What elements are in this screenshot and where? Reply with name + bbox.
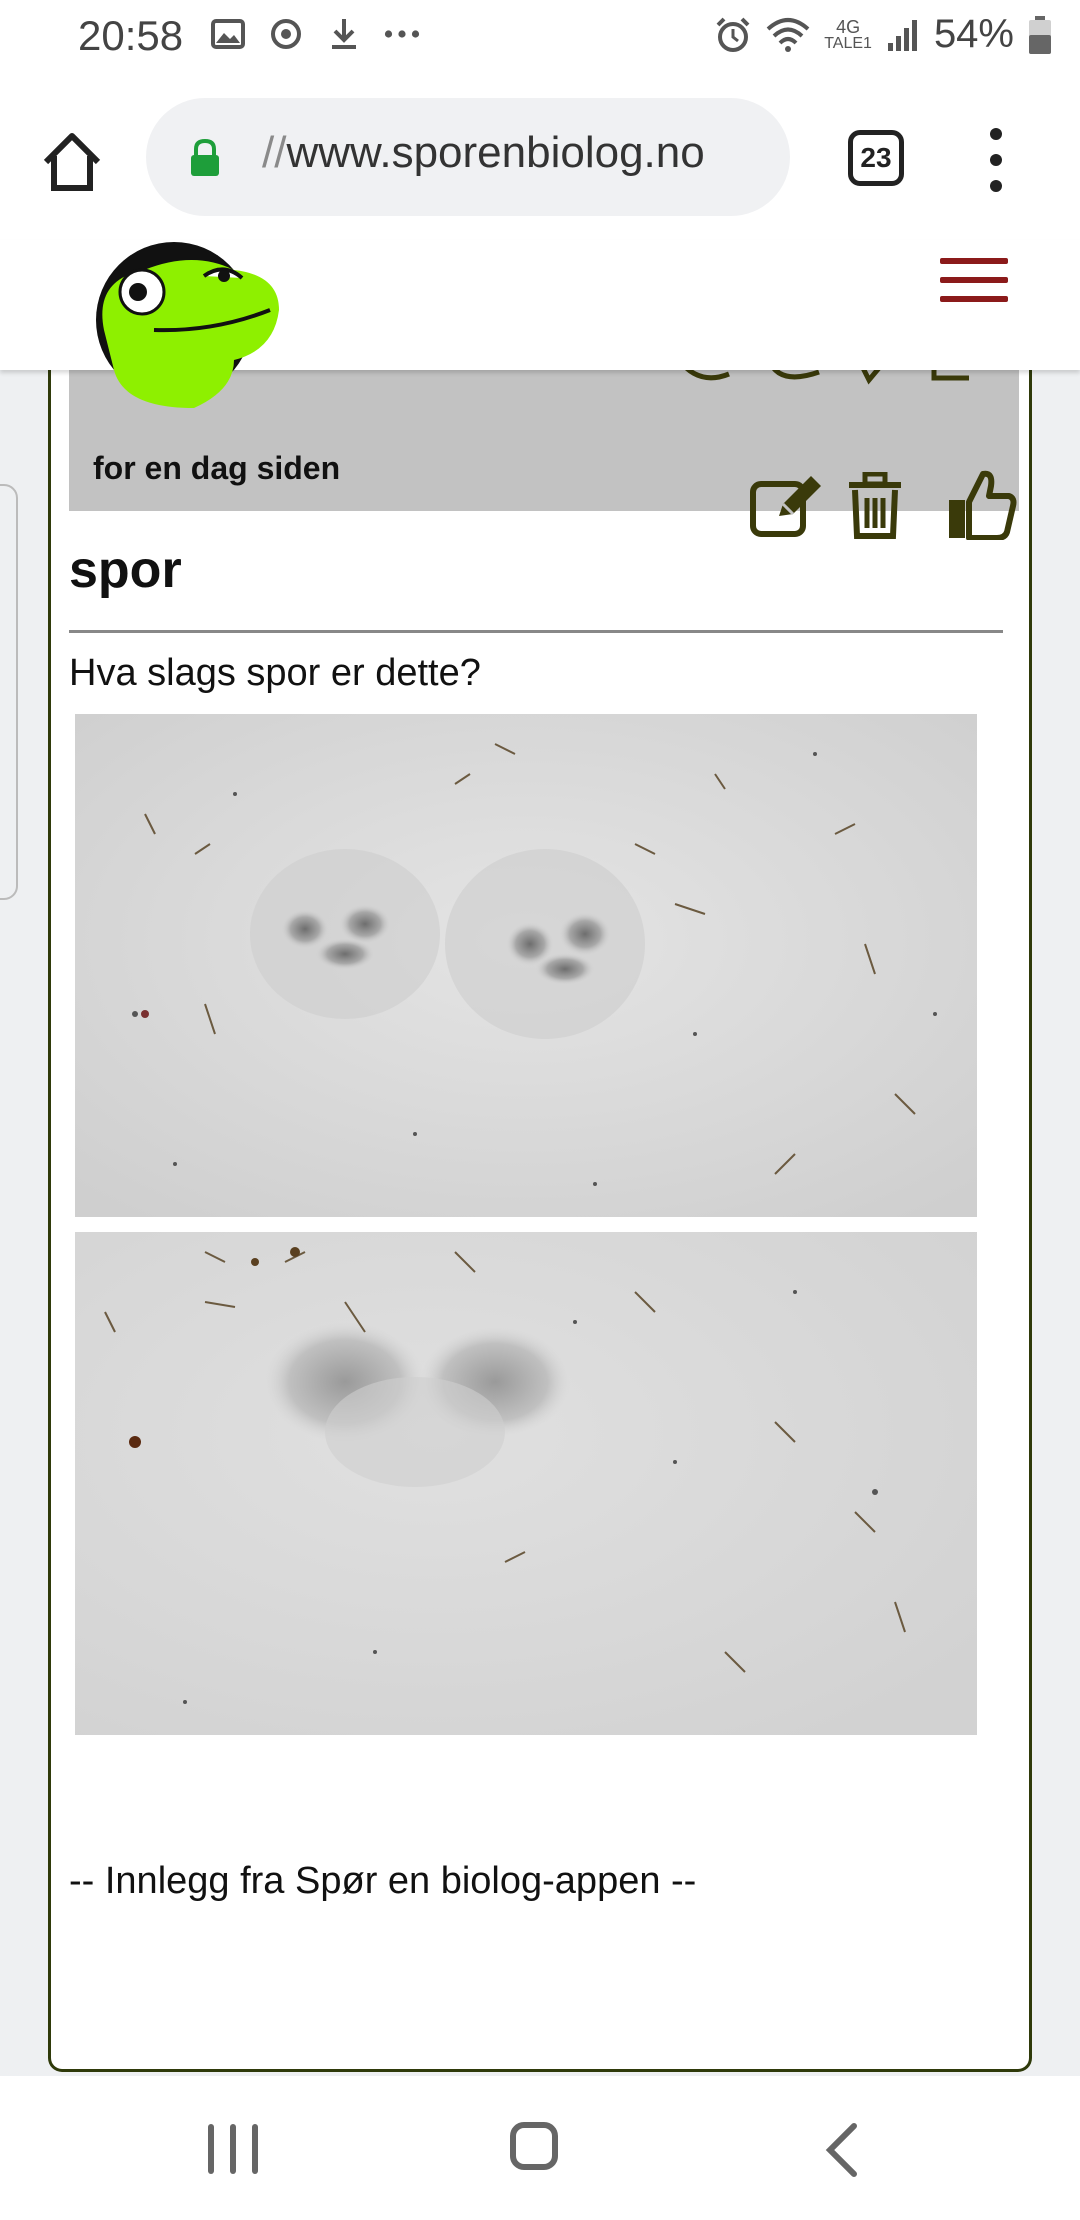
browser-toolbar: //www.sporenbiolog.no 23	[0, 80, 1080, 240]
browser-home-button[interactable]	[36, 126, 108, 198]
network-4g-icon: 4G TALE1	[824, 18, 872, 52]
trash-icon	[849, 471, 901, 539]
menu-line	[940, 277, 1008, 283]
menu-dot-icon	[990, 180, 1002, 192]
post-title: spor	[69, 541, 182, 599]
edit-button[interactable]	[749, 474, 827, 538]
edge-panel-handle[interactable]	[0, 484, 18, 900]
notification-icons	[210, 16, 420, 52]
sync-icon	[268, 16, 304, 52]
tab-count: 23	[860, 142, 892, 173]
url-host: www.sporenbiolog.no	[286, 128, 705, 177]
menu-line	[940, 296, 1008, 302]
home-button[interactable]	[510, 2122, 558, 2170]
recent-apps-icon	[208, 2124, 214, 2174]
site-menu-button[interactable]	[940, 258, 1008, 302]
lock-icon	[191, 138, 219, 176]
system-navigation-bar	[0, 2076, 1080, 2220]
menu-dot-icon	[990, 128, 1002, 140]
post-date: for en dag siden	[93, 450, 341, 486]
track-photo-2[interactable]	[75, 1232, 977, 1735]
like-button[interactable]	[947, 468, 1017, 541]
frog-logo-icon	[96, 242, 279, 408]
browser-menu-button[interactable]	[984, 128, 1008, 192]
delete-button[interactable]	[847, 471, 903, 540]
status-time: 20:58	[78, 12, 184, 59]
site-logo[interactable]	[84, 240, 284, 410]
post-footer: -- Innlegg fra Spør en biolog-appen --	[69, 1860, 697, 1902]
carrier-label: TALE1	[824, 34, 872, 52]
recent-apps-icon-bar	[230, 2124, 236, 2174]
tab-switcher-button[interactable]: 23	[848, 130, 904, 186]
image-icon	[210, 16, 246, 52]
menu-dot-icon	[990, 154, 1002, 166]
recent-apps-button[interactable]	[208, 2124, 258, 2174]
battery-icon	[1029, 15, 1051, 54]
system-icons: 4G TALE1 54%	[714, 12, 1052, 57]
site-header	[0, 240, 1080, 408]
post-body: Hva slags spor er dette?	[69, 652, 481, 694]
more-notifications-icon	[384, 16, 420, 52]
battery-percent: 54%	[933, 12, 1014, 56]
title-divider	[69, 630, 1003, 633]
menu-line	[940, 258, 1008, 264]
wifi-icon	[766, 17, 810, 52]
address-bar[interactable]: //www.sporenbiolog.no	[146, 98, 790, 216]
post-card: for en dag siden spor Hva slags spor er …	[48, 300, 1032, 2072]
recent-apps-icon-bar	[252, 2124, 258, 2174]
network-label: 4G	[836, 16, 861, 37]
download-icon	[326, 16, 362, 52]
back-button[interactable]	[818, 2122, 868, 2178]
edit-icon	[750, 476, 821, 537]
signal-icon	[887, 19, 917, 51]
back-chevron-icon	[825, 2123, 857, 2177]
track-photo-1[interactable]	[75, 714, 977, 1217]
status-bar: 20:58 4G TALE1 54%	[0, 0, 1080, 80]
alarm-icon	[716, 17, 750, 52]
url-text: //www.sporenbiolog.no	[262, 128, 705, 178]
url-prefix: //	[262, 128, 287, 177]
thumbs-up-icon	[949, 470, 1017, 541]
home-icon	[43, 133, 101, 191]
